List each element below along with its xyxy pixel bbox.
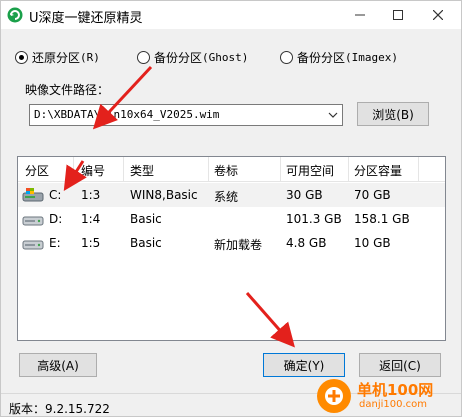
watermark-domain: danji100.com [359,399,427,410]
watermark-logo-icon [317,379,351,413]
annotation-arrow-table [63,160,87,192]
main-window: U深度一键还原精灵 还原分区 (R) 备份分区 (Ghost) 备份分区 (Image… [0,0,462,417]
annotation-arrow-ok [245,292,295,348]
watermark-title: 单机100网 [357,381,434,399]
annotation-arrow-path [92,65,153,130]
annotation-arrows [63,65,295,348]
site-watermark: 单机100网 danji100.com [317,379,462,415]
